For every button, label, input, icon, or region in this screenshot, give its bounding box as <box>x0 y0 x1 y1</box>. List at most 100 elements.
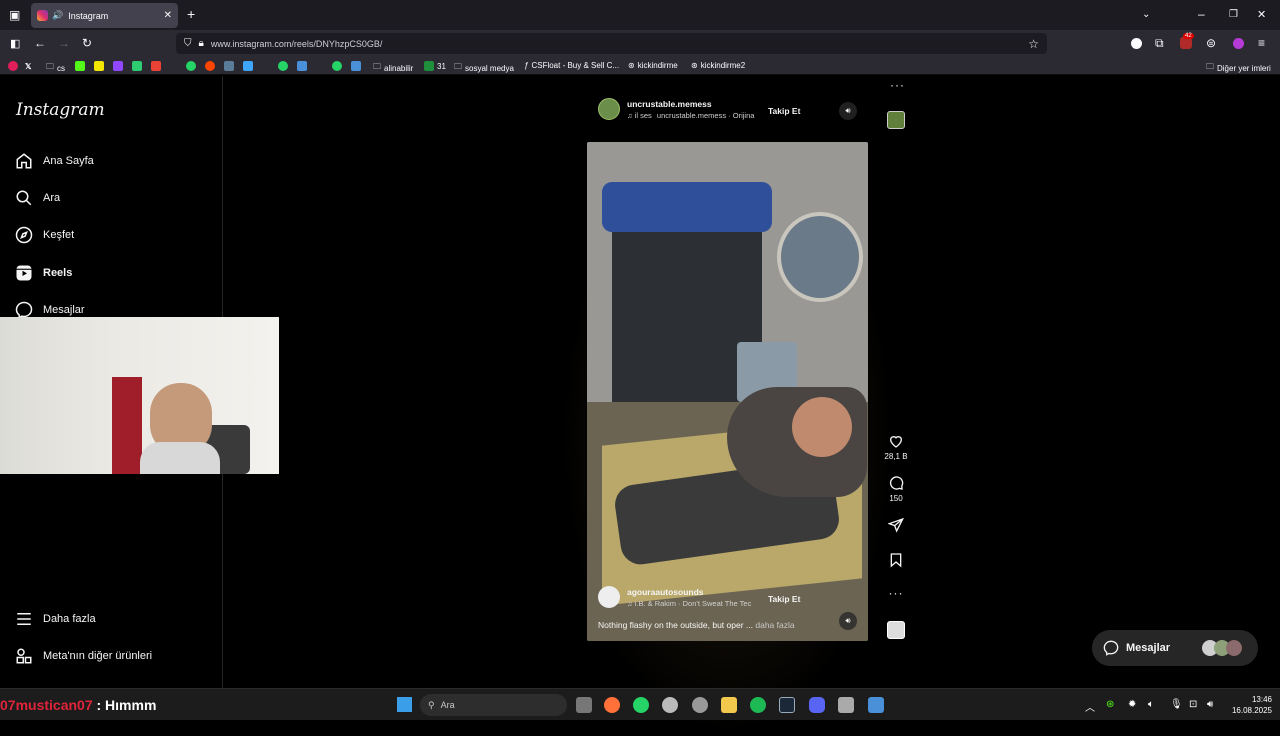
bookmark-kickindirme2[interactable]: ⊛ kickindirme2 <box>691 61 745 70</box>
comment-icon[interactable] <box>888 475 904 491</box>
mute-icon-current[interactable]: 🔊︎ <box>839 612 857 630</box>
volume-icon[interactable]: 🔈︎ <box>1148 699 1154 710</box>
reel-video[interactable] <box>587 142 868 641</box>
windows-start-icon[interactable] <box>397 697 412 712</box>
reel-top-audio[interactable]: uncrustable.memess · Orijina <box>657 111 755 120</box>
follow-button-current[interactable]: Takip Et <box>762 590 806 608</box>
forward-icon[interactable]: → <box>58 37 70 49</box>
whatsapp-2-icon[interactable] <box>278 61 288 71</box>
tray-chevron-icon[interactable]: ︿ <box>1085 699 1095 714</box>
discord-icon[interactable] <box>809 697 825 713</box>
app-icon[interactable] <box>692 697 708 713</box>
audio-thumbnail-top[interactable] <box>887 111 905 129</box>
close-tab-icon[interactable]: ✕ <box>164 10 172 21</box>
messages-pill[interactable]: Mesajlar <box>1092 630 1258 666</box>
browser-tab[interactable]: 🔊 Instagram ✕ <box>31 3 178 28</box>
task-view-icon[interactable] <box>576 697 592 713</box>
url-text[interactable]: www.instagram.com/reels/DNYhzpCS0GB/ <box>211 39 383 49</box>
shield-icon[interactable]: ⛉ <box>184 38 192 49</box>
bookmark-folder-alinabilir[interactable]: 🗀 alinabilir <box>373 61 413 75</box>
bookmark-folder-cs[interactable]: 🗀 cs <box>46 61 65 75</box>
extension-v-icon[interactable] <box>1131 38 1142 49</box>
tab-list-icon[interactable]: ▣ <box>9 9 20 21</box>
sidebar-item-more[interactable]: Daha fazla <box>14 609 96 629</box>
new-tab-icon[interactable]: + <box>187 7 195 21</box>
app-icon-2[interactable] <box>868 697 884 713</box>
bookmark-wave-icon[interactable] <box>297 61 307 71</box>
whatsapp-icon[interactable] <box>186 61 196 71</box>
bookmark-s-icon[interactable] <box>94 61 104 71</box>
folder-icon: 🗀 <box>454 62 462 71</box>
file-explorer-icon[interactable] <box>721 697 737 713</box>
spotify-icon[interactable] <box>750 697 766 713</box>
sidebar-item-explore[interactable]: Keşfet <box>14 225 74 245</box>
reels-icon <box>14 263 34 283</box>
vpn-icon[interactable]: ⊜ <box>1206 37 1216 49</box>
instagram-logo[interactable]: Instagram <box>16 100 105 120</box>
restore-icon[interactable]: ❐ <box>1229 9 1238 21</box>
speaker-icon[interactable]: 🔊 <box>52 10 63 21</box>
menu-hamburger-icon[interactable]: ≡ <box>1258 37 1265 49</box>
network-icon[interactable]: ⊡ <box>1189 699 1197 710</box>
prev-reel-more-icon[interactable]: ··· <box>890 78 905 92</box>
bookmark-icons-row[interactable] <box>75 61 364 71</box>
firefox-icon[interactable] <box>604 697 620 713</box>
taskbar-search[interactable]: ⚲ Ara <box>420 694 567 716</box>
avatar[interactable] <box>598 98 620 120</box>
mute-icon-top[interactable]: 🔊︎ <box>839 102 857 120</box>
bookmark-folder-sosyal-medya[interactable]: 🗀 sosyal medya <box>454 61 514 75</box>
sidebar-item-home[interactable]: Ana Sayfa <box>14 151 94 171</box>
gmail-icon[interactable] <box>151 61 161 71</box>
bookmark-icon[interactable] <box>888 552 904 568</box>
bookmark-csfloat[interactable]: ƒ CSFloat - Buy & Sell C... <box>524 61 619 70</box>
reel-current-username[interactable]: agouraautosounds <box>627 587 761 597</box>
chevron-down-icon[interactable]: ⌄ <box>1142 9 1150 21</box>
speaker-icon[interactable]: 🔊︎ <box>1207 699 1213 710</box>
bookmark-diamond-icon[interactable] <box>243 61 253 71</box>
bookmark-icons-group[interactable]: 𝕏 <box>8 61 35 71</box>
lock-icon[interactable]: 🔒︎ <box>199 38 204 49</box>
caption-more-link[interactable]: daha fazla <box>755 620 794 630</box>
twitch-icon[interactable] <box>113 61 123 71</box>
back-icon[interactable]: ← <box>34 37 46 49</box>
sidebar-item-meta-products[interactable]: Meta'nın diğer ürünleri <box>14 646 152 666</box>
bookmark-star-icon[interactable]: ☆ <box>1028 37 1039 51</box>
download-icon[interactable] <box>132 61 142 71</box>
share-icon[interactable] <box>888 517 904 533</box>
bookmark-wave-2-icon[interactable] <box>351 61 361 71</box>
video-blankets <box>602 182 772 232</box>
whatsapp-icon[interactable] <box>633 697 649 713</box>
bookmark-kickindirme[interactable]: ⊛ kickindirme <box>628 61 678 70</box>
audio-thumbnail-current[interactable] <box>887 621 905 639</box>
other-bookmarks[interactable]: 🗀 Diğer yer imleri <box>1206 61 1271 75</box>
profile-icon[interactable] <box>1233 38 1244 49</box>
extensions-puzzle-icon[interactable]: ⧉ <box>1155 37 1164 49</box>
url-bar[interactable]: ⛉ 🔒︎ www.instagram.com/reels/DNYhzpCS0GB… <box>176 33 1047 54</box>
x-twitter-icon[interactable]: 𝕏 <box>25 62 31 71</box>
bookmark-31[interactable]: 31 <box>424 61 446 71</box>
sidebar-item-search[interactable]: Ara <box>14 188 60 208</box>
sidebar-item-reels[interactable]: Reels <box>14 263 72 283</box>
bookmark-grid-icon[interactable] <box>224 61 234 71</box>
heart-icon[interactable] <box>888 433 904 449</box>
reel-top-username[interactable]: uncrustable.memess <box>627 99 763 109</box>
tray-app-icon[interactable]: ⊛ <box>1106 699 1114 710</box>
taskbar-clock[interactable]: 13:46 16.08.2025 <box>1222 694 1272 716</box>
store-icon[interactable] <box>838 697 854 713</box>
sidebar-toggle-icon[interactable]: ◧ <box>10 38 20 50</box>
reel-current-audio[interactable]: i.B. & Rakim · Don't Sweat The Tec <box>635 599 752 608</box>
microphone-icon[interactable]: 🎙︎ <box>1170 699 1183 710</box>
close-window-icon[interactable]: ✕ <box>1257 9 1266 21</box>
minimize-icon[interactable]: – <box>1198 8 1205 20</box>
whatsapp-3-icon[interactable] <box>332 61 342 71</box>
obs-icon[interactable] <box>662 697 678 713</box>
kick-icon[interactable] <box>75 61 85 71</box>
follow-button-top[interactable]: Takip Et <box>762 102 806 120</box>
reload-icon[interactable]: ↻ <box>82 37 92 49</box>
avatar[interactable] <box>598 586 620 608</box>
steam-icon[interactable] <box>779 697 795 713</box>
reddit-icon[interactable] <box>205 61 215 71</box>
more-options-icon[interactable]: ··· <box>884 586 908 600</box>
youtube-icon[interactable] <box>8 61 18 71</box>
tray-settings-icon[interactable]: ✹ <box>1128 699 1136 710</box>
